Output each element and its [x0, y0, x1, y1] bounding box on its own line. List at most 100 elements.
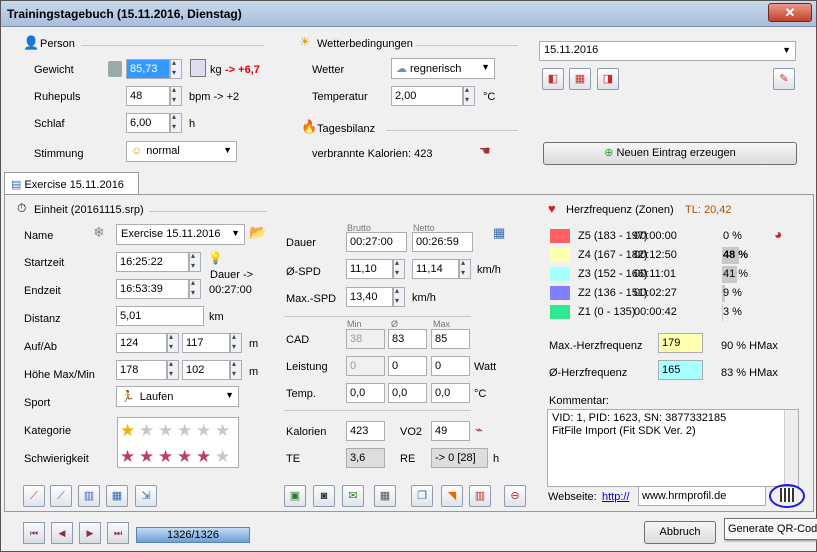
sport-select[interactable]: 🏃 Laufen ▼: [116, 386, 239, 407]
table-icon[interactable]: ▦: [493, 225, 505, 241]
ruhepuls-input[interactable]: 48: [126, 86, 170, 106]
scale-icon[interactable]: [108, 61, 122, 77]
kategorie-star[interactable]: ★: [139, 422, 154, 439]
startzeit-input[interactable]: 16:25:22: [116, 252, 189, 272]
auf-spinner[interactable]: [167, 332, 179, 353]
vo2-input[interactable]: 49: [431, 421, 470, 441]
schwierigkeit-star[interactable]: ★: [139, 448, 154, 465]
webseite-protocol-link[interactable]: http://: [602, 491, 630, 503]
folder-icon[interactable]: 📂: [249, 224, 266, 241]
ruhepuls-spinner[interactable]: [170, 85, 182, 106]
hoehe-max-input[interactable]: 178: [116, 360, 167, 380]
maxspd-spinner[interactable]: [393, 286, 405, 307]
calendar-edit-icon[interactable]: ✎: [773, 68, 795, 90]
endzeit-spinner[interactable]: [189, 278, 201, 299]
chart-add-icon[interactable]: ▥: [469, 485, 491, 507]
ab-input[interactable]: 117: [182, 333, 230, 353]
leistung-avg-input[interactable]: 0: [388, 356, 427, 376]
hoehe-min-input[interactable]: 102: [182, 360, 230, 380]
schwierigkeit-star[interactable]: ★: [196, 448, 211, 465]
dauer-brutto-input[interactable]: 00:27:00: [346, 232, 407, 252]
schlaf-spinner[interactable]: [170, 112, 182, 133]
calculator-icon[interactable]: [190, 59, 206, 77]
temp-avg-input[interactable]: 0,0: [388, 383, 427, 403]
spd-netto-spinner[interactable]: [459, 258, 471, 279]
leistung-min-input[interactable]: 0: [346, 356, 385, 376]
schwierigkeit-star[interactable]: ★: [177, 448, 192, 465]
kommentar-textarea[interactable]: VID: 1, PID: 1623, SN: 3877332185 FitFil…: [547, 409, 799, 487]
temperatur-input[interactable]: 2,00: [391, 86, 463, 106]
pie-chart-icon[interactable]: ◕: [774, 226, 782, 242]
endzeit-input[interactable]: 16:53:39: [116, 279, 189, 299]
chart-icon[interactable]: ⌁: [475, 422, 483, 438]
spd-netto-input[interactable]: 11,14: [412, 259, 459, 279]
gear-icon[interactable]: ❄: [93, 224, 105, 241]
kategorie-star[interactable]: ★: [158, 422, 173, 439]
export-icon[interactable]: ⇲: [135, 485, 157, 507]
max-hf-input[interactable]: 179: [658, 333, 703, 353]
last-record-button[interactable]: ⏭: [107, 522, 129, 544]
calculator-icon[interactable]: ▦: [374, 485, 396, 507]
spd-brutto-spinner[interactable]: [393, 258, 405, 279]
chart-line-icon[interactable]: ⟋: [23, 485, 45, 507]
kategorie-star[interactable]: ★: [196, 422, 211, 439]
auf-input[interactable]: 124: [116, 333, 167, 353]
cad-avg-input[interactable]: 83: [388, 329, 427, 349]
table-icon[interactable]: ▦: [106, 485, 128, 507]
schwierigkeit-star[interactable]: ★: [215, 448, 230, 465]
close-button[interactable]: ✕: [768, 3, 812, 22]
prev-record-button[interactable]: ◀: [51, 522, 73, 544]
calendar-prev-icon[interactable]: ◧: [542, 68, 564, 90]
leistung-max-input[interactable]: 0: [431, 356, 470, 376]
cad-max-input[interactable]: 85: [431, 329, 470, 349]
chart-area-icon[interactable]: ⟋: [50, 485, 72, 507]
hoehe-max-spinner[interactable]: [167, 359, 179, 380]
calendar-next-icon[interactable]: ◨: [597, 68, 619, 90]
ab-spinner[interactable]: [230, 332, 242, 353]
maxspd-input[interactable]: 13,40: [346, 287, 393, 307]
tab-exercise[interactable]: ▤ Exercise 15.11.2016: [4, 172, 139, 195]
schwierigkeit-star[interactable]: ★: [158, 448, 173, 465]
image-icon[interactable]: ▣: [284, 485, 306, 507]
bar-chart-icon[interactable]: ▥: [78, 485, 100, 507]
kategorie-star[interactable]: ★: [177, 422, 192, 439]
first-record-button[interactable]: ⏮: [23, 522, 45, 544]
kommentar-scrollbar[interactable]: [784, 410, 798, 486]
kategorie-star[interactable]: ★: [120, 422, 135, 439]
hoehe-min-spinner[interactable]: [230, 359, 242, 380]
name-select[interactable]: Exercise 15.11.2016 ▼: [116, 224, 245, 245]
startzeit-spinner[interactable]: [189, 251, 201, 272]
spd-brutto-input[interactable]: 11,10: [346, 259, 393, 279]
neuer-eintrag-button[interactable]: ⊕ Neuen Eintrag erzeugen: [543, 142, 797, 165]
wetter-select[interactable]: ☁ regnerisch ▼: [391, 58, 495, 79]
camera-icon[interactable]: ◙: [313, 485, 335, 507]
bulb-icon[interactable]: 💡: [208, 251, 223, 265]
temp-min-input[interactable]: 0,0: [346, 383, 385, 403]
delete-icon[interactable]: ⊖: [504, 485, 526, 507]
copy-icon[interactable]: ❐: [411, 485, 433, 507]
schwierigkeit-star[interactable]: ★: [120, 448, 135, 465]
qr-code-icon[interactable]: [780, 488, 794, 502]
cad-min-input[interactable]: 38: [346, 329, 385, 349]
gewicht-spinner[interactable]: [170, 58, 182, 79]
mail-send-icon[interactable]: ✉: [342, 485, 364, 507]
stimmung-select[interactable]: ☺ normal ▼: [126, 141, 237, 162]
dauer-netto-input[interactable]: 00:26:59: [412, 232, 473, 252]
kalorien-input[interactable]: 423: [346, 421, 385, 441]
distanz-unit: km: [209, 311, 224, 323]
avg-hf-input[interactable]: 165: [658, 360, 703, 380]
abbruch-button[interactable]: Abbruch: [644, 521, 716, 544]
date-picker[interactable]: 15.11.2016 ▼: [539, 41, 796, 61]
schlaf-input[interactable]: 6,00: [126, 113, 170, 133]
hand-icon[interactable]: ☚: [479, 143, 491, 159]
kategorie-star[interactable]: ★: [215, 422, 230, 439]
temp-max-input[interactable]: 0,0: [431, 383, 470, 403]
rss-icon[interactable]: ◥: [441, 485, 463, 507]
next-record-button[interactable]: ▶: [79, 522, 101, 544]
calendar-today-icon[interactable]: ▦: [569, 68, 591, 90]
gewicht-input[interactable]: 85,73: [126, 59, 170, 79]
webseite-input[interactable]: www.hrmprofil.de: [638, 486, 766, 506]
distanz-input[interactable]: 5,01: [116, 306, 204, 326]
zone-color-swatch: [550, 286, 570, 300]
temperatur-spinner[interactable]: [463, 85, 475, 106]
